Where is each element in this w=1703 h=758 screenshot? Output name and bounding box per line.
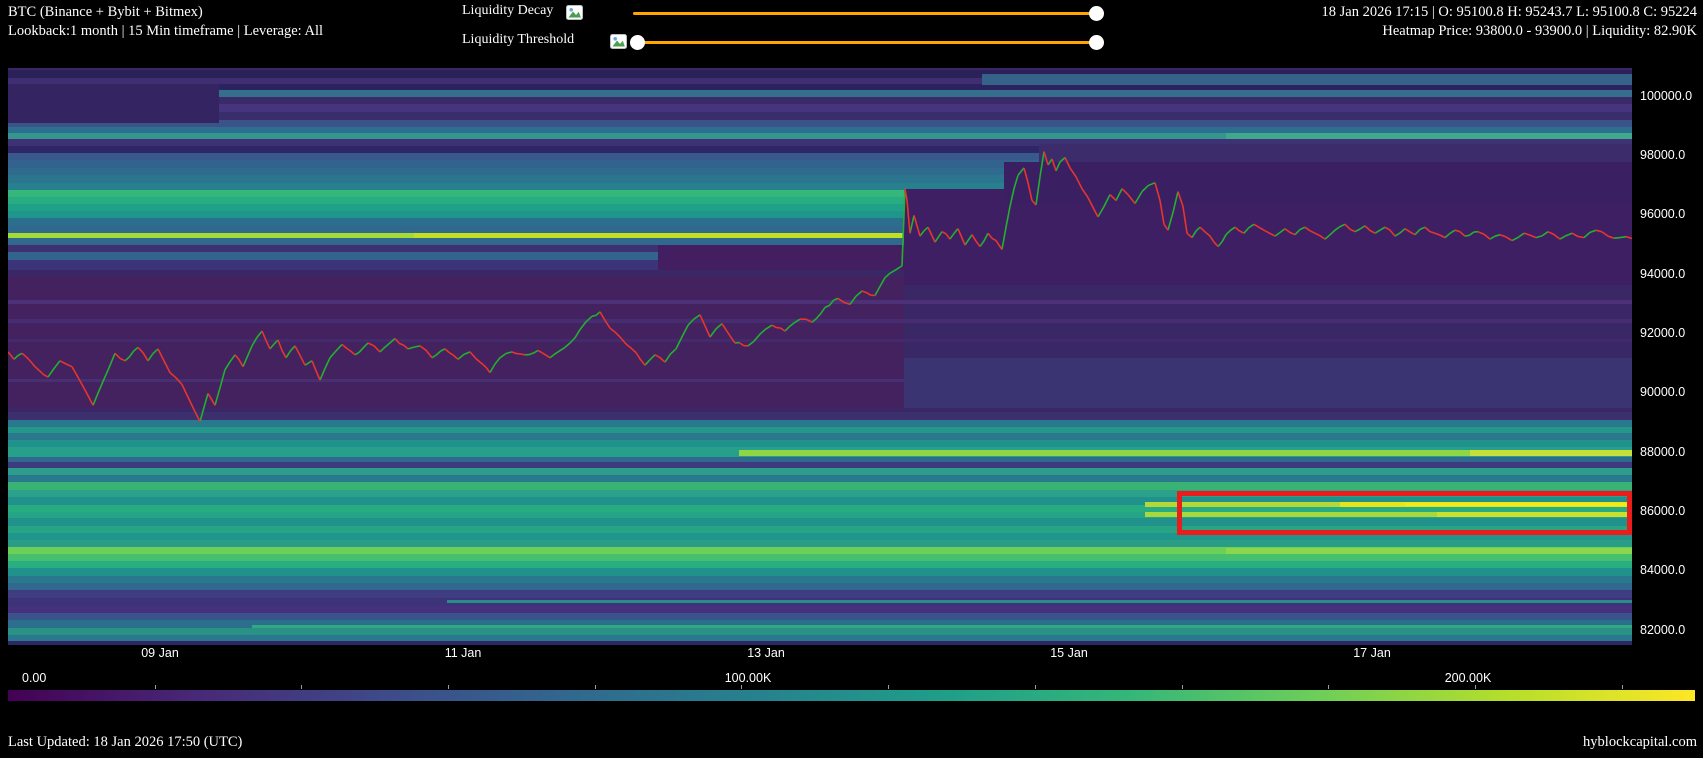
colorbar-tick: [1328, 685, 1329, 689]
colorbar-tick: [1182, 685, 1183, 689]
liquidity-colorbar: [8, 690, 1695, 701]
colorbar-tick: [448, 685, 449, 689]
x-axis-label: 17 Jan: [1353, 646, 1391, 660]
colorbar-label: 200.00K: [1445, 671, 1492, 685]
y-axis-label: 98000.0: [1640, 148, 1685, 162]
colorbar-tick: [1475, 685, 1476, 689]
colorbar-tick: [1035, 685, 1036, 689]
price-line-segments: [8, 152, 1632, 422]
liquidity-threshold-label: Liquidity Threshold: [462, 32, 574, 48]
y-axis-label: 86000.0: [1640, 504, 1685, 518]
colorbar-label: 0.00: [22, 671, 46, 685]
colorbar-tick: [301, 685, 302, 689]
x-axis-label: 11 Jan: [445, 646, 482, 660]
y-axis-label: 94000.0: [1640, 267, 1685, 281]
colorbar-tick: [888, 685, 889, 689]
colorbar-label: 100.00K: [725, 671, 772, 685]
liquidity-threshold-slider[interactable]: [637, 41, 1096, 44]
y-axis-label: 96000.0: [1640, 207, 1685, 221]
y-axis-label: 92000.0: [1640, 326, 1685, 340]
y-axis-label: 88000.0: [1640, 445, 1685, 459]
colorbar-tick: [741, 685, 742, 689]
colorbar-tick: [1622, 685, 1623, 689]
y-axis-label: 84000.0: [1640, 563, 1685, 577]
price-line: [8, 68, 1632, 645]
y-axis-label: 82000.0: [1640, 623, 1685, 637]
slider-handle[interactable]: [1089, 35, 1104, 50]
y-axis-label: 100000.0: [1640, 89, 1692, 103]
price-line-segments: [14, 152, 1626, 422]
ohlc-info: 18 Jan 2026 17:15 | O: 95100.8 H: 95243.…: [1322, 3, 1697, 22]
slider-handle[interactable]: [630, 35, 645, 50]
image-icon[interactable]: [610, 34, 627, 54]
x-axis-label: 15 Jan: [1050, 646, 1088, 660]
last-updated: Last Updated: 18 Jan 2026 17:50 (UTC): [8, 734, 242, 751]
header-right: 18 Jan 2026 17:15 | O: 95100.8 H: 95243.…: [1322, 3, 1697, 41]
x-axis-label: 09 Jan: [141, 646, 179, 660]
heatmap-price-info: Heatmap Price: 93800.0 - 93900.0 | Liqui…: [1322, 22, 1697, 41]
hyblock-liquidation-heatmap-app: BTC (Binance + Bybit + Bitmex) Lookback:…: [0, 0, 1703, 758]
x-axis-label: 13 Jan: [747, 646, 785, 660]
colorbar-tick: [155, 685, 156, 689]
site-link[interactable]: hyblockcapital.com: [1583, 734, 1697, 751]
colorbar-tick: [595, 685, 596, 689]
y-axis-label: 90000.0: [1640, 385, 1685, 399]
price-heatmap-chart[interactable]: HYBLOCK: [8, 68, 1632, 645]
